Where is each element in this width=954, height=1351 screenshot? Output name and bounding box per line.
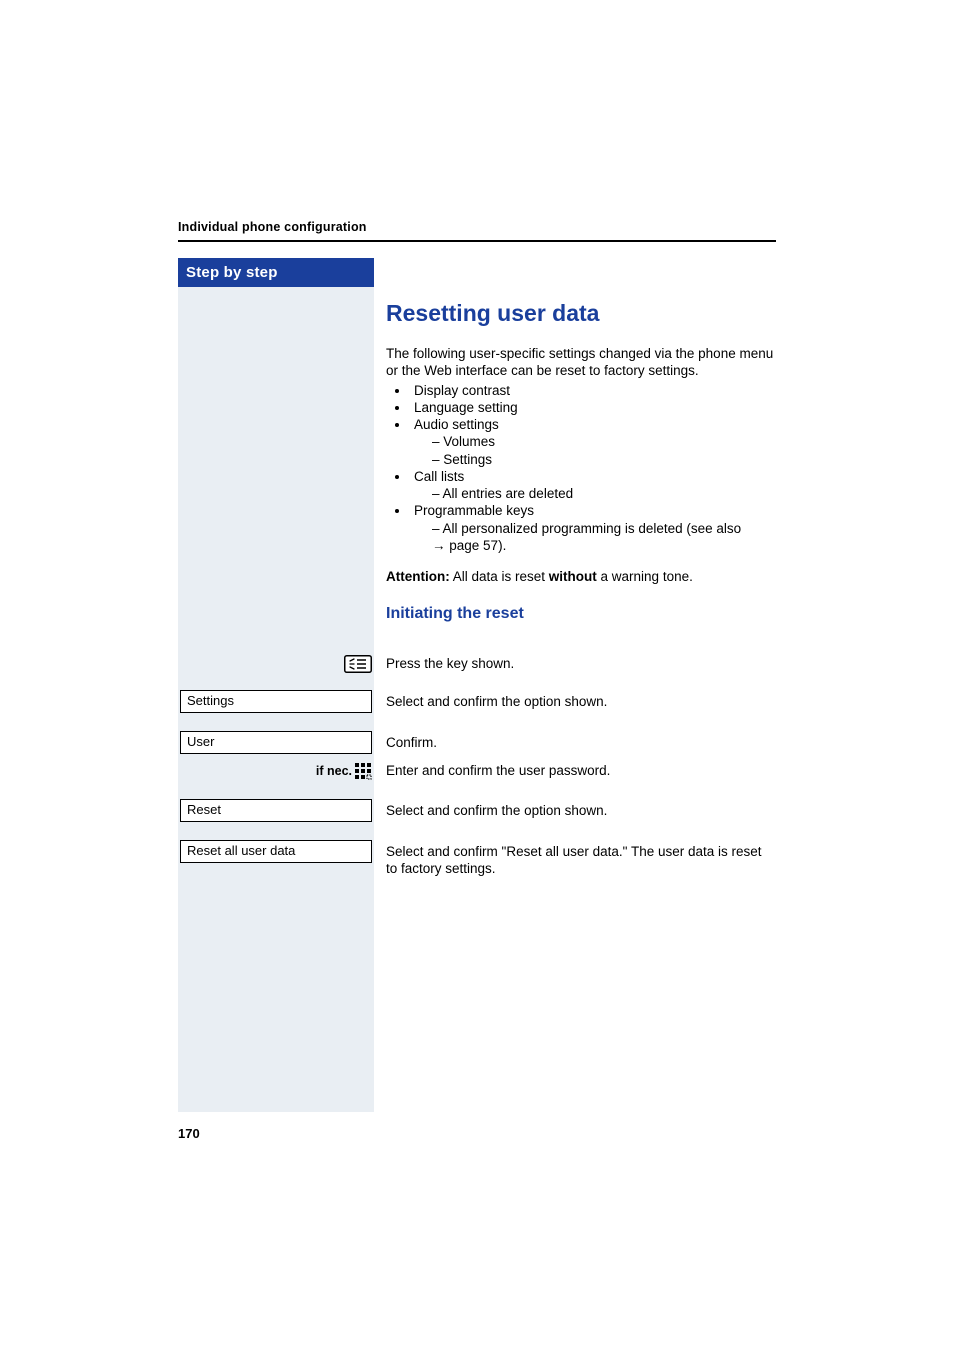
section-heading: Resetting user data (386, 300, 776, 327)
step-instruction: Select and confirm the option shown. (386, 802, 776, 819)
attention-label: Attention: (386, 569, 450, 584)
attention-line: Attention: All data is reset without a w… (386, 568, 776, 585)
subsection-heading: Initiating the reset (386, 605, 776, 623)
display-option-box: Reset (180, 799, 372, 822)
sidebar: Step by step (178, 258, 374, 1112)
sub-bullet-item: Settings (432, 451, 776, 468)
step-left: Settings (178, 690, 374, 713)
sub-bullet-item: All personalized programming is deleted … (432, 520, 776, 555)
sub-bullet-list: Volumes Settings (414, 433, 776, 468)
step-row: Press the key shown. (178, 655, 776, 679)
step-left: Reset all user data (178, 840, 374, 863)
bullet-item: Audio settings Volumes Settings (410, 416, 776, 468)
arrow-icon: → (432, 538, 449, 553)
sidebar-title: Step by step (178, 258, 374, 287)
step-left: Reset (178, 799, 374, 822)
display-option-box: User (180, 731, 372, 754)
step-row: Reset all user data Select and confirm "… (178, 840, 776, 880)
bullet-item: Display contrast (410, 382, 776, 399)
sub-bullet-list: All personalized programming is deleted … (414, 520, 776, 555)
sub-bullet-item: All entries are deleted (432, 485, 776, 502)
intro-paragraph: The following user-specific settings cha… (386, 345, 776, 380)
page: Individual phone configuration Step by s… (0, 0, 954, 1351)
running-header: Individual phone configuration (178, 220, 367, 234)
step-row: User Confirm. (178, 731, 776, 757)
cross-reference[interactable]: page 57 (449, 538, 498, 553)
sub-bullet-item: Volumes (432, 433, 776, 450)
attention-text: All data is reset (450, 569, 549, 584)
bullet-item-label: Audio settings (414, 417, 499, 432)
bullet-list: Display contrast Language setting Audio … (386, 382, 776, 555)
step-instruction: Select and confirm the option shown. (386, 693, 776, 710)
sub-bullet-text: ). (498, 538, 506, 553)
step-row: Settings Select and confirm the option s… (178, 690, 776, 716)
bullet-item: Language setting (410, 399, 776, 416)
step-left: User (178, 731, 374, 754)
step-instruction: Confirm. (386, 734, 776, 751)
main-content: Resetting user data The following user-s… (386, 258, 776, 639)
bullet-item-label: Call lists (414, 469, 464, 484)
if-nec-label: if nec. (316, 764, 352, 778)
keypad-icon (354, 762, 372, 787)
attention-text: a warning tone. (597, 569, 693, 584)
step-row: Reset Select and confirm the option show… (178, 799, 776, 825)
bullet-item: Programmable keys All personalized progr… (410, 502, 776, 554)
step-instruction: Press the key shown. (386, 655, 776, 672)
header-rule (178, 240, 776, 242)
bullet-item: Call lists All entries are deleted (410, 468, 776, 503)
sub-bullet-text: All personalized programming is deleted … (443, 521, 742, 536)
step-instruction: Select and confirm "Reset all user data.… (386, 843, 776, 878)
sub-bullet-list: All entries are deleted (414, 485, 776, 502)
display-option-box: Settings (180, 690, 372, 713)
display-option-box: Reset all user data (180, 840, 372, 863)
step-row: if nec. (178, 762, 776, 786)
step-instruction: Enter and confirm the user password. (386, 762, 776, 779)
bullet-item-label: Programmable keys (414, 503, 534, 518)
attention-bold: without (549, 569, 597, 584)
page-number: 170 (178, 1126, 200, 1141)
menu-key-icon (344, 655, 372, 678)
